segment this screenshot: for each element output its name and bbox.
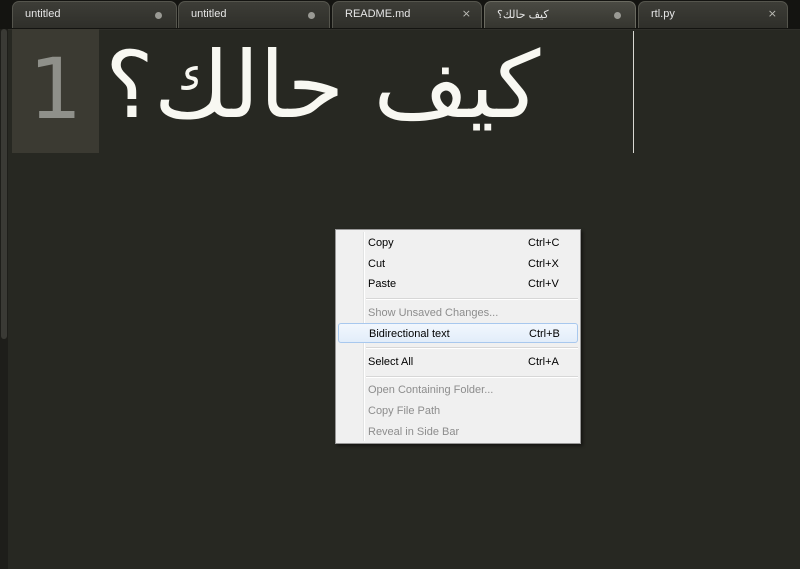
close-icon[interactable]: × bbox=[768, 7, 777, 20]
menu-separator bbox=[366, 298, 578, 300]
unsaved-dot-icon[interactable] bbox=[155, 12, 162, 19]
menu-item-copy-file-path: Copy File Path bbox=[338, 401, 578, 421]
unsaved-dot-icon[interactable] bbox=[308, 12, 315, 19]
tab-arabic-file[interactable]: كيف حالك؟ bbox=[484, 1, 636, 28]
menu-item-shortcut: Ctrl+X bbox=[528, 258, 559, 270]
menu-item-show-unsaved-changes: Show Unsaved Changes... bbox=[338, 303, 578, 323]
menu-item-shortcut: Ctrl+V bbox=[528, 278, 559, 290]
tab-rtl-py[interactable]: rtl.py × bbox=[638, 1, 788, 28]
tab-label: untitled bbox=[25, 8, 61, 20]
menu-item-open-containing-folder: Open Containing Folder... bbox=[338, 380, 578, 400]
menu-item-select-all[interactable]: Select All Ctrl+A bbox=[338, 352, 578, 372]
menu-separator bbox=[366, 347, 578, 349]
menu-item-label: Open Containing Folder... bbox=[368, 384, 494, 396]
unsaved-dot-icon[interactable] bbox=[614, 12, 621, 19]
menu-item-label: Bidirectional text bbox=[369, 328, 450, 340]
gutter-current-line: 1 bbox=[12, 29, 99, 153]
tab-label: كيف حالك؟ bbox=[497, 9, 549, 21]
menu-item-bidirectional-text[interactable]: Bidirectional text Ctrl+B bbox=[338, 323, 578, 343]
menu-item-label: Copy bbox=[368, 237, 394, 249]
close-icon[interactable]: × bbox=[462, 7, 471, 20]
menu-item-shortcut: Ctrl+B bbox=[529, 328, 560, 340]
menu-item-cut[interactable]: Cut Ctrl+X bbox=[338, 254, 578, 274]
editor-line-text[interactable]: كيف حالك؟ bbox=[105, 26, 635, 156]
menu-separator bbox=[366, 376, 578, 378]
scrollbar-thumb[interactable] bbox=[1, 29, 7, 339]
menu-item-shortcut: Ctrl+C bbox=[528, 237, 560, 249]
context-menu: Copy Ctrl+C Cut Ctrl+X Paste Ctrl+V Show… bbox=[335, 229, 581, 444]
menu-item-reveal-in-side-bar: Reveal in Side Bar bbox=[338, 422, 578, 442]
tab-label: untitled bbox=[191, 8, 227, 20]
menu-item-label: Cut bbox=[368, 258, 386, 270]
left-scrollbar[interactable] bbox=[0, 29, 8, 569]
line-number: 1 bbox=[28, 40, 83, 138]
tab-label: rtl.py bbox=[651, 8, 675, 20]
tab-untitled-2[interactable]: untitled bbox=[178, 1, 330, 28]
menu-item-label: Copy File Path bbox=[368, 405, 441, 417]
menu-item-shortcut: Ctrl+A bbox=[528, 356, 559, 368]
menu-item-copy[interactable]: Copy Ctrl+C bbox=[338, 233, 578, 253]
menu-item-label: Select All bbox=[368, 356, 414, 368]
menu-item-label: Paste bbox=[368, 278, 397, 290]
menu-item-label: Reveal in Side Bar bbox=[368, 426, 460, 438]
tab-readme[interactable]: README.md × bbox=[332, 1, 482, 28]
menu-item-label: Show Unsaved Changes... bbox=[368, 307, 499, 319]
tab-untitled-1[interactable]: untitled bbox=[12, 1, 177, 28]
text-caret bbox=[633, 31, 634, 153]
tab-label: README.md bbox=[345, 8, 411, 20]
menu-item-paste[interactable]: Paste Ctrl+V bbox=[338, 274, 578, 294]
